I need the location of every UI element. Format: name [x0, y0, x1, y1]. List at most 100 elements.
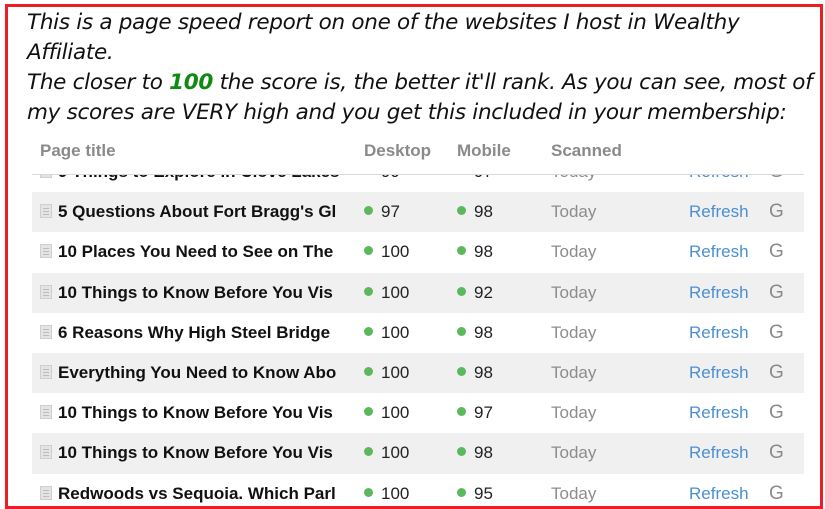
- table-row: Everything You Need to Know Abo 100 98 Toda…: [32, 352, 804, 394]
- desktop-score-value: 100: [381, 322, 410, 342]
- scanned-date: Today: [551, 322, 597, 342]
- desktop-score-value: 100: [381, 242, 410, 262]
- header-page-title[interactable]: Page title: [40, 141, 116, 161]
- status-dot-icon: [364, 286, 373, 296]
- status-dot-icon: [364, 206, 373, 216]
- header-mobile[interactable]: Mobile: [457, 141, 511, 161]
- mobile-score-value: 98: [474, 322, 493, 342]
- header-desktop[interactable]: Desktop: [364, 141, 431, 161]
- desktop-score: 100: [364, 363, 409, 383]
- mobile-score-value: 98: [474, 202, 493, 222]
- status-dot-icon: [457, 447, 466, 457]
- refresh-link[interactable]: Refresh: [689, 363, 749, 383]
- mobile-score: 98: [457, 242, 493, 262]
- desktop-score: 100: [364, 443, 409, 463]
- status-dot-icon: [457, 487, 466, 497]
- mobile-score: 97: [457, 403, 493, 423]
- mobile-score-value: 95: [474, 483, 493, 503]
- refresh-link[interactable]: Refresh: [689, 202, 749, 222]
- document-icon: [40, 364, 52, 379]
- desktop-score: 100: [364, 323, 409, 343]
- refresh-link[interactable]: Refresh: [689, 484, 749, 504]
- google-icon[interactable]: G: [769, 483, 784, 505]
- mobile-score-value: 97: [474, 403, 493, 423]
- page-speed-table: 9 Things to Explore in Clove Lakes9997To…: [32, 134, 804, 506]
- page-title-cell[interactable]: 10 Places You Need to See on The: [40, 242, 342, 262]
- table-row: 5 Questions About Fort Bragg's Gl 97 98 Tod…: [32, 192, 804, 233]
- google-icon[interactable]: G: [769, 282, 784, 304]
- desktop-score: 100: [364, 484, 409, 504]
- google-icon[interactable]: G: [769, 442, 784, 464]
- mobile-score: 98: [457, 202, 493, 222]
- page-title-text: Everything You Need to Know Abo: [58, 362, 337, 382]
- mobile-score: 98: [457, 363, 493, 383]
- page-title-cell[interactable]: 5 Questions About Fort Bragg's Gl: [40, 202, 342, 222]
- page-title-cell[interactable]: Everything You Need to Know Abo: [40, 363, 342, 383]
- table-row: 10 Things to Know Before You Vis 100 97 Tod…: [32, 393, 804, 433]
- scanned-date: Today: [551, 202, 597, 222]
- document-icon: [40, 324, 52, 339]
- desktop-score: 100: [364, 283, 409, 303]
- status-dot-icon: [364, 487, 373, 497]
- google-icon[interactable]: G: [769, 402, 784, 424]
- page-title-text: 10 Things to Know Before You Vis: [58, 282, 333, 302]
- document-icon: [40, 445, 52, 460]
- status-dot-icon: [457, 246, 466, 256]
- refresh-link[interactable]: Refresh: [689, 443, 749, 463]
- scanned-date: Today: [551, 443, 597, 463]
- desktop-score: 97: [364, 202, 400, 222]
- desktop-score-value: 100: [381, 483, 410, 503]
- refresh-link[interactable]: Refresh: [689, 403, 749, 423]
- status-dot-icon: [364, 407, 373, 417]
- document-icon: [40, 244, 52, 259]
- page-title-cell[interactable]: Redwoods vs Sequoia. Which Parl: [40, 484, 342, 504]
- table-header: Page title Desktop Mobile Scanned: [32, 134, 804, 175]
- desktop-score-value: 100: [381, 403, 410, 423]
- google-icon[interactable]: G: [769, 362, 784, 384]
- status-dot-icon: [364, 326, 373, 336]
- status-dot-icon: [364, 447, 373, 457]
- scanned-date: Today: [551, 242, 597, 262]
- page-title-cell[interactable]: 10 Things to Know Before You Vis: [40, 443, 342, 463]
- table-row: 10 Places You Need to See on The 100 98 Tod…: [32, 232, 804, 272]
- table-row: 10 Things to Know Before You Vis 100 92 Tod…: [32, 272, 804, 313]
- scanned-date: Today: [551, 282, 597, 302]
- status-dot-icon: [364, 246, 373, 256]
- document-icon: [40, 204, 52, 219]
- mobile-score: 98: [457, 323, 493, 343]
- mobile-score: 95: [457, 484, 493, 504]
- table-row: Redwoods vs Sequoia. Which Parl 100 95 Toda…: [32, 474, 804, 507]
- google-icon[interactable]: G: [769, 241, 784, 263]
- table-body[interactable]: 9 Things to Explore in Clove Lakes9997To…: [32, 152, 804, 506]
- table-row: 10 Things to Know Before You Vis 100 98 Tod…: [32, 433, 804, 474]
- caption-line-1: This is a page speed report on one of th…: [27, 10, 740, 65]
- page-title-text: 10 Things to Know Before You Vis: [58, 443, 333, 463]
- caption-text: This is a page speed report on one of th…: [27, 8, 817, 128]
- page-title-cell[interactable]: 10 Things to Know Before You Vis: [40, 283, 342, 303]
- google-icon[interactable]: G: [769, 322, 784, 344]
- page-title-text: 5 Questions About Fort Bragg's Gl: [58, 202, 337, 222]
- desktop-score: 100: [364, 403, 409, 423]
- google-icon[interactable]: G: [769, 201, 784, 223]
- refresh-link[interactable]: Refresh: [689, 323, 749, 343]
- caption-line-2-start: The closer to: [27, 70, 170, 95]
- refresh-link[interactable]: Refresh: [689, 242, 749, 262]
- page-title-text: Redwoods vs Sequoia. Which Parl: [58, 483, 336, 503]
- scanned-date: Today: [551, 483, 597, 503]
- scanned-date: Today: [551, 403, 597, 423]
- desktop-score-value: 100: [381, 362, 410, 382]
- page-title-cell[interactable]: 10 Things to Know Before You Vis: [40, 403, 342, 423]
- mobile-score-value: 98: [474, 443, 493, 463]
- status-dot-icon: [457, 286, 466, 296]
- document-icon: [40, 485, 52, 500]
- page-title-cell[interactable]: 6 Reasons Why High Steel Bridge: [40, 323, 342, 343]
- caption-line-3: my scores are VERY high and you get this…: [27, 100, 787, 125]
- status-dot-icon: [364, 366, 373, 376]
- desktop-score-value: 100: [381, 443, 410, 463]
- mobile-score: 92: [457, 283, 493, 303]
- mobile-score-value: 92: [474, 282, 493, 302]
- header-scanned[interactable]: Scanned: [551, 141, 622, 161]
- refresh-link[interactable]: Refresh: [689, 283, 749, 303]
- desktop-score-value: 100: [381, 282, 410, 302]
- status-dot-icon: [457, 366, 466, 376]
